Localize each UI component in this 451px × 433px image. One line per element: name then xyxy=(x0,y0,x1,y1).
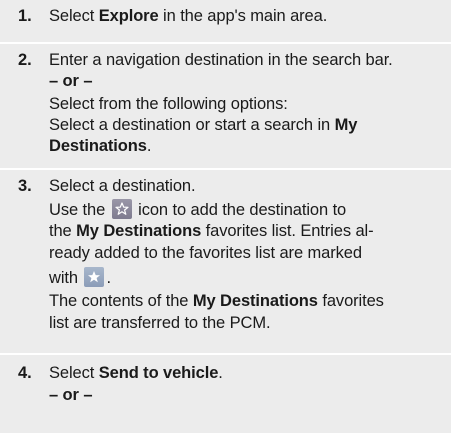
step-line: The contents of the My Destinations favo… xyxy=(49,292,384,310)
step-number: 4. xyxy=(18,364,32,382)
star-filled-icon xyxy=(84,267,105,287)
step-2: 2. Enter a navigation destination in the … xyxy=(0,44,451,168)
ui-term: My xyxy=(334,116,358,134)
step-line: Select from the following options: xyxy=(49,95,288,113)
ui-term: Explore xyxy=(98,7,159,25)
step-line: ready added to the favorites list are ma… xyxy=(49,244,362,262)
ui-term: Destinations xyxy=(49,137,147,155)
or-separator: – or – xyxy=(49,72,93,90)
or-separator: – or – xyxy=(49,386,93,404)
ui-term: Send to vehicle xyxy=(98,364,219,382)
step-line: the My Destinations favorites list. Entr… xyxy=(49,222,374,240)
step-line: Use the icon to add the destination to xyxy=(49,199,347,219)
step-line: with . xyxy=(49,267,111,287)
step-line: Select a destination or start a search i… xyxy=(49,116,358,134)
star-outline-icon xyxy=(111,199,132,219)
step-line: 4. Select Send to vehicle. xyxy=(18,364,223,382)
step-number: 2. xyxy=(18,51,32,69)
step-3: 3. Select a destination. Use the icon to … xyxy=(0,170,451,353)
step-1: 1. Select Explore in the app's main area. xyxy=(0,0,451,42)
step-4: 4. Select Send to vehicle. – or – xyxy=(0,355,451,433)
step-number: 3. xyxy=(18,177,32,195)
ui-term: My Destinations xyxy=(192,292,318,310)
step-line: Destinations. xyxy=(49,137,152,155)
ui-term: My Destinations xyxy=(76,222,202,240)
step-line: 2. Enter a navigation destination in the … xyxy=(18,51,393,69)
step-number: 1. xyxy=(18,7,32,25)
step-line: 1. Select Explore in the app's main area. xyxy=(18,7,328,25)
step-line: list are transferred to the PCM. xyxy=(49,314,271,332)
step-line: 3. Select a destination. xyxy=(18,177,196,195)
